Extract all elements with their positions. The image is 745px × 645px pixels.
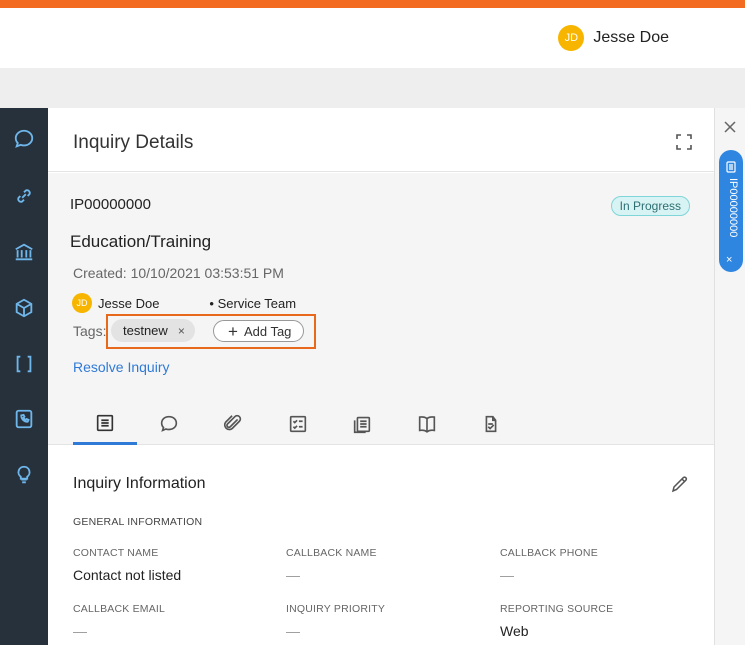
lightbulb-icon[interactable] xyxy=(12,463,36,487)
pill-close-icon[interactable]: × xyxy=(726,254,732,266)
field-callback-name: CALLBACK NAME — xyxy=(286,547,486,583)
detail-tabs xyxy=(48,403,714,445)
tags-label: Tags: xyxy=(73,323,107,339)
inquiry-number: IP00000000 xyxy=(70,196,151,213)
chat-icon xyxy=(160,415,178,432)
user-menu[interactable]: JD Jesse Doe xyxy=(558,25,669,51)
details-icon xyxy=(96,414,114,431)
documents-icon xyxy=(353,416,371,434)
status-badge: In Progress xyxy=(610,196,690,216)
field-label: CALLBACK NAME xyxy=(286,547,377,559)
owner-avatar: JD xyxy=(72,293,92,313)
bank-icon[interactable] xyxy=(12,240,36,264)
side-navigation xyxy=(0,108,48,645)
add-tag-button[interactable]: + Add Tag xyxy=(213,320,305,342)
general-info-label: GENERAL INFORMATION xyxy=(73,516,203,528)
close-icon[interactable] xyxy=(723,120,737,134)
tag-label: testnew xyxy=(123,323,168,338)
top-accent-bar xyxy=(0,0,745,8)
field-value: Contact not listed xyxy=(73,567,182,583)
tab-details[interactable] xyxy=(73,403,137,445)
field-label: INQUIRY PRIORITY xyxy=(286,603,386,615)
user-avatar: JD xyxy=(558,25,585,51)
brackets-icon[interactable] xyxy=(12,352,36,376)
chat-bubble-icon[interactable] xyxy=(12,127,36,151)
field-callback-phone: CALLBACK PHONE — xyxy=(500,547,700,583)
field-value: — xyxy=(286,567,300,583)
field-contact-name: CONTACT NAME Contact not listed xyxy=(73,547,273,583)
toolbar-band xyxy=(0,68,745,108)
tab-knowledge[interactable] xyxy=(395,403,459,445)
right-rail: IP00000000 × xyxy=(714,108,745,645)
team-name: • Service Team xyxy=(209,295,297,311)
field-value: — xyxy=(286,623,300,639)
owner-row: JD Jesse Doe • Service Team xyxy=(72,293,296,313)
resolve-inquiry-link[interactable]: Resolve Inquiry xyxy=(73,359,170,375)
tab-checklist[interactable] xyxy=(266,403,330,445)
inquiry-panel: Inquiry Details IP00000000 In Progress E… xyxy=(48,108,714,645)
field-label: CONTACT NAME xyxy=(73,547,159,559)
created-timestamp: Created: 10/10/2021 03:53:51 PM xyxy=(73,265,284,281)
checklist-icon xyxy=(289,415,307,433)
field-reporting-source: REPORTING SOURCE Web xyxy=(500,603,700,639)
inquiry-subject: Education/Training xyxy=(70,232,212,251)
field-label: CALLBACK PHONE xyxy=(500,547,598,559)
plus-icon: + xyxy=(228,321,238,341)
panel-header: Inquiry Details xyxy=(48,108,714,172)
link-icon[interactable] xyxy=(12,184,36,208)
field-label: REPORTING SOURCE xyxy=(500,603,614,615)
user-name: Jesse Doe xyxy=(593,29,669,46)
expand-icon[interactable] xyxy=(674,132,694,152)
tab-signature[interactable] xyxy=(459,403,523,445)
document-signature-icon xyxy=(485,415,497,433)
info-section-title: Inquiry Information xyxy=(73,475,206,492)
edit-icon[interactable] xyxy=(670,474,690,494)
add-tag-label: Add Tag xyxy=(243,323,292,339)
panel-title: Inquiry Details xyxy=(73,132,194,153)
tag-chip[interactable]: testnew × xyxy=(111,319,195,342)
document-icon xyxy=(725,160,737,173)
app-header: JD Jesse Doe xyxy=(0,8,745,68)
field-value: Web xyxy=(500,623,529,639)
knowledge-book-icon xyxy=(418,416,436,433)
phone-book-icon[interactable] xyxy=(12,407,36,431)
tab-attachments[interactable] xyxy=(201,403,265,445)
field-label: CALLBACK EMAIL xyxy=(73,603,166,615)
field-value: — xyxy=(73,623,87,639)
remove-tag-icon[interactable]: × xyxy=(178,324,185,338)
field-inquiry-priority: INQUIRY PRIORITY — xyxy=(286,603,486,639)
tab-documents[interactable] xyxy=(330,403,394,445)
tab-chat[interactable] xyxy=(137,403,201,445)
open-inquiry-pill[interactable]: IP00000000 × xyxy=(719,150,743,272)
cube-icon[interactable] xyxy=(12,296,36,320)
field-callback-email: CALLBACK EMAIL — xyxy=(73,603,273,639)
attachment-icon xyxy=(223,414,242,431)
owner-name[interactable]: Jesse Doe xyxy=(98,296,159,311)
field-value: — xyxy=(500,567,514,583)
pill-label: IP00000000 xyxy=(727,178,739,238)
